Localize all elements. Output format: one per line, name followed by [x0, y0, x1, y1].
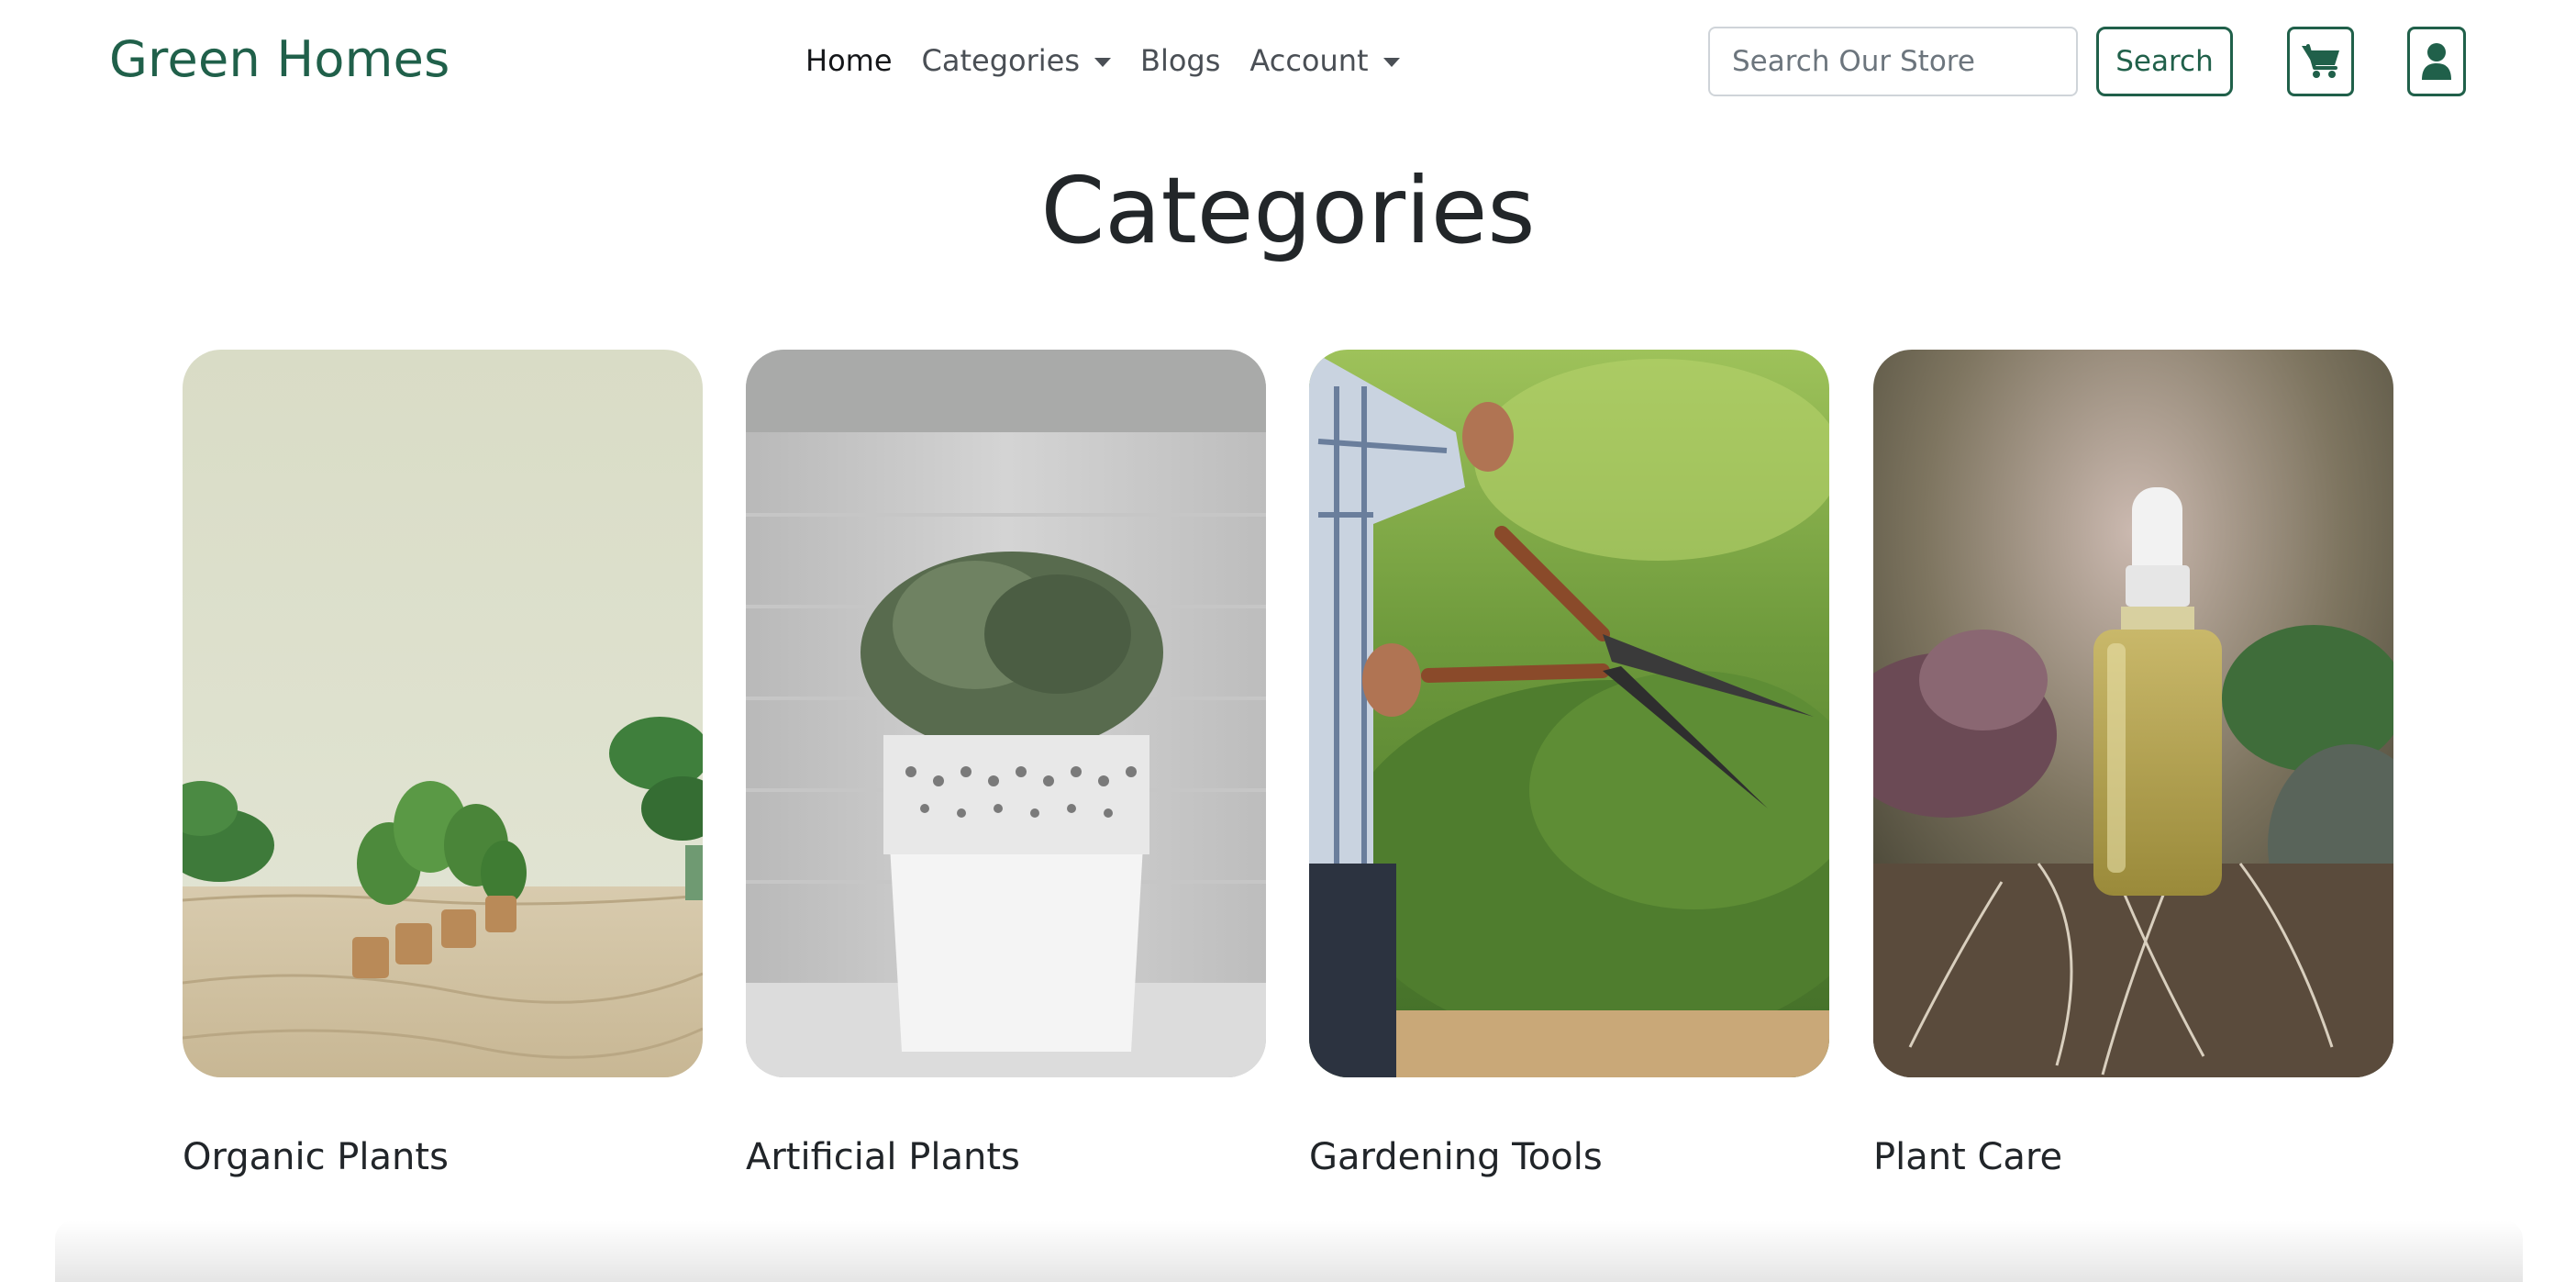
nav-item-label: Account: [1249, 43, 1369, 78]
category-label[interactable]: Artificial Plants: [746, 1132, 1020, 1183]
category-image-gardening-tools[interactable]: [1309, 350, 1829, 1077]
category-card-organic-plants[interactable]: Organic Plants: [183, 350, 703, 1178]
main-nav: Home Categories Blogs Account: [805, 39, 1429, 83]
brand-logo[interactable]: Green Homes: [109, 28, 450, 92]
nav-item-categories[interactable]: Categories: [922, 43, 1111, 78]
search-input[interactable]: [1708, 27, 2078, 96]
caret-down-icon: [1382, 57, 1400, 67]
caret-down-icon: [1094, 57, 1111, 67]
category-image-organic-plants[interactable]: [183, 350, 703, 1077]
search-button[interactable]: Search: [2096, 27, 2233, 96]
nav-item-account[interactable]: Account: [1249, 43, 1400, 78]
nav-item-label: Blogs: [1139, 43, 1221, 78]
category-label[interactable]: Gardening Tools: [1309, 1132, 1603, 1183]
category-label[interactable]: Plant Care: [1873, 1132, 2062, 1183]
footer-edge: [55, 1221, 2523, 1282]
category-label[interactable]: Organic Plants: [183, 1132, 449, 1183]
user-icon: [2422, 43, 2451, 80]
cart-button[interactable]: [2287, 27, 2354, 96]
nav-item-home[interactable]: Home: [805, 43, 893, 78]
page-title: Categories: [1040, 157, 1536, 264]
category-card-gardening-tools[interactable]: Gardening Tools: [1309, 350, 1829, 1178]
nav-item-blogs[interactable]: Blogs: [1140, 43, 1220, 78]
category-image-plant-care[interactable]: [1873, 350, 2393, 1077]
category-card-plant-care[interactable]: Plant Care: [1873, 350, 2393, 1178]
category-card-artificial-plants[interactable]: Artificial Plants: [746, 350, 1266, 1178]
nav-item-label: Categories: [921, 43, 1080, 78]
navbar: Green Homes Home Categories Blogs Accoun…: [0, 0, 2576, 123]
account-button[interactable]: [2407, 27, 2466, 96]
shopping-cart-icon: [2301, 44, 2339, 78]
category-image-artificial-plants[interactable]: [746, 350, 1266, 1077]
nav-item-label: Home: [805, 43, 893, 78]
